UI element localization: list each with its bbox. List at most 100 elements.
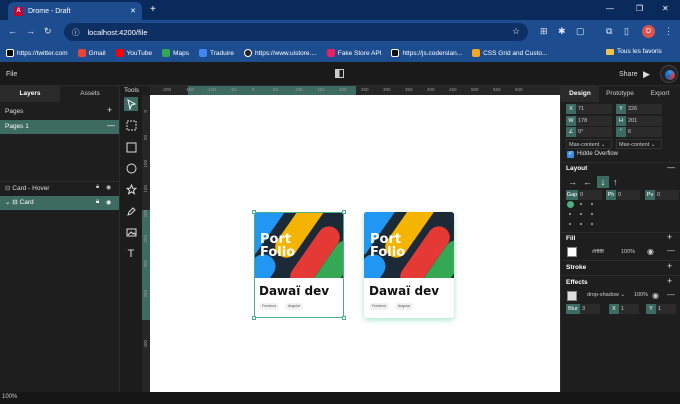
select-tool[interactable] — [124, 97, 138, 111]
share-button[interactable]: Share — [619, 71, 638, 78]
bookmark-item[interactable]: https://js.coderslan... — [391, 49, 462, 57]
bookmark-item[interactable]: Traduire — [199, 49, 234, 57]
direction-up-icon[interactable]: ↑ — [613, 177, 618, 187]
add-fill-icon[interactable]: + — [667, 232, 672, 242]
add-stroke-icon[interactable]: + — [667, 261, 672, 271]
minimize-icon[interactable]: — — [606, 4, 614, 13]
effect-opacity-input[interactable]: 100% — [634, 292, 648, 298]
bookmark-item[interactable]: https://twitter.com — [6, 49, 68, 57]
contrast-icon[interactable] — [335, 69, 344, 78]
page-menu-icon[interactable]: — — [107, 121, 115, 130]
padding-v-input[interactable]: 0 — [655, 190, 679, 200]
bookmark-item[interactable]: CSS Grid and Custo... — [472, 49, 547, 57]
remove-fill-icon[interactable]: — — [667, 246, 675, 255]
bookmark-item[interactable]: Maps — [162, 49, 189, 57]
browser-tab[interactable]: A Drome - Draft ✕ — [8, 2, 142, 20]
image-tool[interactable] — [124, 225, 138, 239]
text-tool[interactable]: T — [124, 247, 138, 261]
profile-avatar[interactable]: D — [642, 25, 655, 38]
alignment-dot[interactable] — [580, 213, 582, 215]
resize-handle[interactable] — [342, 316, 346, 320]
tab-assets[interactable]: Assets — [60, 86, 120, 102]
add-effect-icon[interactable]: + — [667, 276, 672, 286]
direction-down-icon[interactable]: ↓ — [597, 176, 609, 188]
bookmark-item[interactable]: Fake Store API — [326, 49, 381, 57]
tab-design[interactable]: Design — [561, 86, 599, 102]
bookmark-item[interactable]: https://www.uistore.... — [243, 49, 317, 57]
ellipse-tool[interactable] — [124, 161, 138, 175]
direction-right-icon[interactable]: → — [568, 177, 577, 187]
page-item[interactable]: Pages 1 — [0, 120, 119, 134]
selection-box[interactable] — [254, 212, 344, 318]
extensions-puzzle-icon[interactable]: ⧉ — [606, 26, 612, 37]
frame-tool[interactable] — [124, 118, 138, 132]
direction-left-icon[interactable]: ← — [583, 177, 592, 187]
rectangle-tool[interactable] — [124, 140, 138, 154]
window-close-icon[interactable]: ✕ — [662, 4, 669, 13]
browser-menu-icon[interactable]: ⋮ — [664, 26, 673, 37]
tab-prototype[interactable]: Prototype — [600, 86, 640, 102]
alignment-dot[interactable] — [569, 213, 571, 215]
x-input[interactable]: 71 — [576, 104, 612, 114]
reload-icon[interactable]: ↻ — [44, 26, 52, 37]
lock-icon[interactable]: 🔒︎ — [96, 184, 99, 191]
add-page-icon[interactable]: + — [107, 105, 112, 115]
tab-layers[interactable]: Layers — [0, 86, 60, 102]
blur-input[interactable]: 3 — [580, 304, 600, 314]
resize-handle[interactable] — [342, 210, 346, 214]
resize-handle[interactable] — [252, 316, 256, 320]
portfolio-card-hover[interactable]: Port Folio Dawaï dev Frontend Angular — [364, 212, 454, 318]
effect-color-swatch[interactable] — [567, 291, 577, 301]
file-menu[interactable]: File — [6, 71, 17, 78]
user-avatar[interactable] — [660, 65, 678, 83]
alignment-dot[interactable] — [580, 223, 582, 225]
alignment-dot[interactable] — [591, 203, 593, 205]
forward-icon[interactable]: → — [26, 26, 35, 36]
layer-item-card-hover[interactable]: ⊟ Card - Hover — [0, 181, 119, 195]
new-tab-icon[interactable]: + — [150, 4, 156, 15]
remove-layout-icon[interactable]: — — [667, 163, 675, 172]
gap-input[interactable]: 0 — [578, 190, 602, 200]
all-bookmarks-folder[interactable]: Tous les favoris — [606, 48, 662, 55]
eye-icon[interactable]: ◉ — [106, 184, 111, 191]
fill-visibility-eye-icon[interactable]: ◉ — [647, 247, 654, 256]
eye-icon[interactable]: ◉ — [106, 199, 111, 206]
bookmark-item[interactable]: Gmail — [77, 49, 106, 57]
height-mode-select[interactable]: Max-content ⌄ — [616, 139, 662, 149]
height-input[interactable]: 201 — [626, 116, 662, 126]
extension-settings-icon[interactable]: ✱ — [558, 26, 566, 37]
fill-hex-input[interactable]: #ffffff — [592, 249, 604, 255]
effect-visibility-eye-icon[interactable]: ◉ — [652, 291, 659, 300]
extension-icon[interactable]: ▢ — [576, 26, 585, 37]
lock-icon[interactable]: 🔒︎ — [96, 199, 99, 206]
bookmark-star-icon[interactable]: ☆ — [512, 26, 520, 37]
resize-handle[interactable] — [252, 210, 256, 214]
design-canvas[interactable] — [150, 95, 560, 392]
zoom-level[interactable]: 100% — [2, 394, 17, 400]
extension-translate-icon[interactable]: ⊞ — [540, 26, 548, 37]
back-icon[interactable]: ← — [8, 26, 17, 36]
fill-color-swatch[interactable] — [567, 247, 577, 257]
fill-opacity-input[interactable]: 100% — [621, 249, 635, 255]
alignment-dot[interactable] — [591, 223, 593, 225]
restore-icon[interactable]: ❐ — [636, 4, 643, 13]
close-tab-icon[interactable]: ✕ — [130, 7, 136, 15]
remove-effect-icon[interactable]: — — [667, 290, 675, 299]
radius-input[interactable]: 6 — [626, 127, 662, 137]
alignment-dot[interactable] — [580, 203, 582, 205]
effect-y-input[interactable]: 1 — [656, 304, 676, 314]
hide-overflow-checkbox[interactable]: ✓ — [567, 151, 574, 158]
sidebar-icon[interactable]: ▯ — [624, 26, 629, 37]
tab-export[interactable]: Export — [640, 86, 680, 102]
url-input[interactable]: ⓘ localhost:4200/file — [64, 23, 528, 41]
play-icon[interactable]: ▶ — [643, 69, 650, 80]
alignment-dot[interactable] — [569, 223, 571, 225]
star-tool[interactable] — [124, 182, 138, 196]
rotation-input[interactable]: 0° — [576, 127, 612, 137]
alignment-dot-active[interactable] — [567, 201, 574, 208]
pen-tool[interactable] — [124, 204, 138, 218]
y-input[interactable]: 226 — [626, 104, 662, 114]
padding-h-input[interactable]: 0 — [616, 190, 640, 200]
alignment-grid[interactable] — [566, 201, 596, 229]
layer-item-card[interactable]: ⌄ ⊟ Card — [0, 196, 119, 210]
